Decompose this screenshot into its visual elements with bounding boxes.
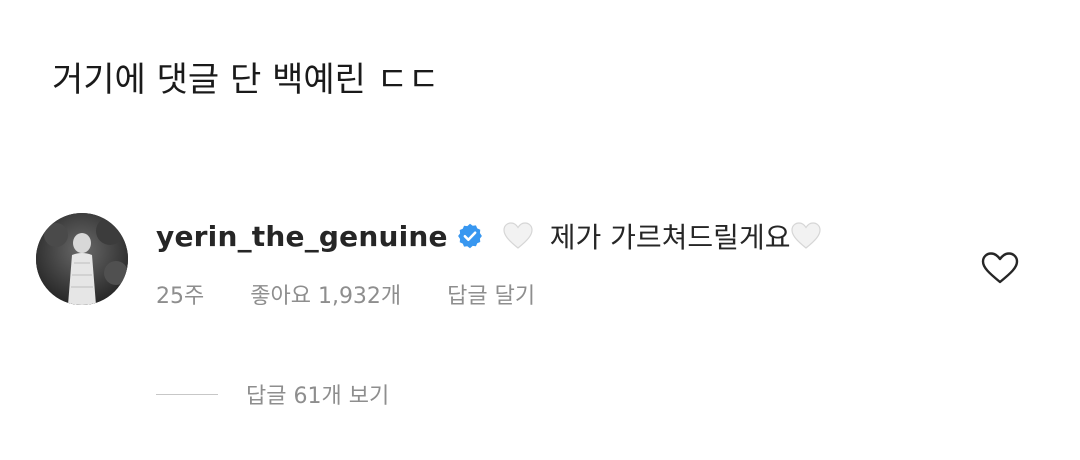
white-heart-icon (790, 220, 822, 252)
comment-text: 제가 가르쳐드릴게요 (549, 221, 791, 254)
avatar-photo (36, 213, 128, 305)
comment-meta: 25주 좋아요 1,932개 답글 달기 (156, 276, 535, 312)
like-button[interactable] (980, 250, 1020, 286)
reply-button[interactable]: 답글 달기 (447, 278, 535, 310)
white-heart-icon (502, 220, 534, 252)
verified-badge-icon (456, 222, 484, 250)
view-replies-label: 답글 61개 보기 (246, 384, 390, 409)
replies-divider (156, 393, 218, 395)
comment-likes-count[interactable]: 좋아요 1,932개 (250, 278, 401, 310)
comment-time: 25주 (156, 284, 205, 309)
comment-username[interactable]: yerin_the_genuine (156, 220, 448, 253)
view-replies-button[interactable]: 답글 61개 보기 (156, 376, 389, 412)
comment-body: yerin_the_genuine 제가 가르쳐드릴게요 (156, 214, 822, 258)
avatar[interactable] (36, 213, 128, 305)
post-caption: 거기에 댓글 단 백예린 ㄷㄷ (52, 60, 440, 100)
heart-outline-icon (981, 252, 1019, 284)
